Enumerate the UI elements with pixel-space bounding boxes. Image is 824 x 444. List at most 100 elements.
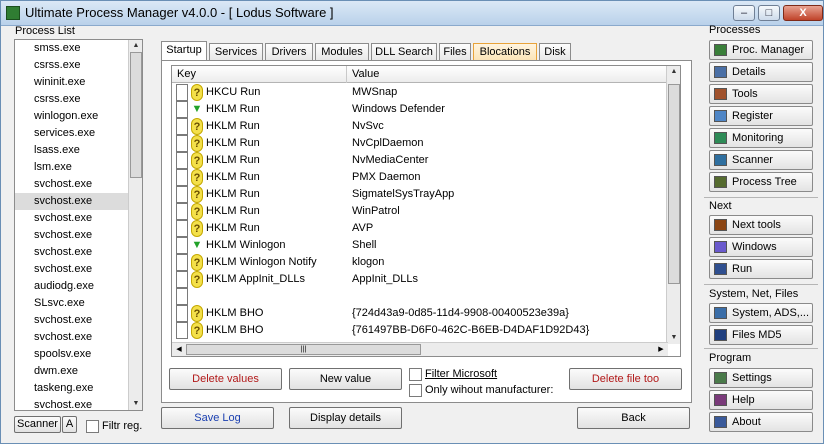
process-list-scroll-thumb[interactable] bbox=[130, 52, 142, 178]
process-list-item[interactable]: services.exe bbox=[15, 125, 130, 142]
tab-services[interactable]: Services bbox=[209, 43, 263, 61]
back-button[interactable]: Back bbox=[577, 407, 690, 429]
grid-scroll-left-icon[interactable]: ◀ bbox=[172, 343, 186, 356]
process-list-item[interactable]: winlogon.exe bbox=[15, 108, 130, 125]
sidebar-system-button[interactable]: System, ADS,... bbox=[709, 303, 813, 323]
process-list-item[interactable]: svchost.exe bbox=[15, 329, 130, 346]
process-list-item[interactable]: svchost.exe bbox=[15, 244, 130, 261]
process-list-item[interactable]: svchost.exe bbox=[15, 261, 130, 278]
grid-row[interactable]: ? HKLM Run NvCplDaemon bbox=[172, 135, 668, 152]
scanner-tab[interactable]: Scanner bbox=[14, 416, 61, 433]
process-list-item[interactable]: svchost.exe bbox=[15, 210, 130, 227]
sidebar-process-manager-button[interactable]: Proc. Manager bbox=[709, 40, 813, 60]
save-log-button[interactable]: Save Log bbox=[161, 407, 274, 429]
process-list-item[interactable]: SLsvc.exe bbox=[15, 295, 130, 312]
filter-microsoft-checkbox[interactable] bbox=[409, 368, 422, 381]
grid-horizontal-scroll-thumb[interactable]: ||| bbox=[186, 344, 421, 355]
row-checkbox[interactable] bbox=[176, 118, 188, 135]
sidebar-next-tools-button[interactable]: Next tools bbox=[709, 215, 813, 235]
row-checkbox[interactable] bbox=[176, 84, 188, 101]
maximize-button[interactable]: □ bbox=[758, 5, 780, 21]
tab-blocations[interactable]: Blocations bbox=[473, 43, 537, 61]
row-checkbox[interactable] bbox=[176, 220, 188, 237]
process-list-item[interactable]: svchost.exe bbox=[15, 176, 130, 193]
sidebar-about-button[interactable]: About bbox=[709, 412, 813, 432]
tab-drivers[interactable]: Drivers bbox=[265, 43, 313, 61]
row-checkbox[interactable] bbox=[176, 101, 188, 118]
sidebar-windows-button[interactable]: Windows bbox=[709, 237, 813, 257]
row-checkbox[interactable] bbox=[176, 254, 188, 271]
minimize-button[interactable]: – bbox=[733, 5, 755, 21]
grid-horizontal-scrollbar[interactable]: ◀ ||| ▶ bbox=[172, 342, 668, 356]
row-checkbox[interactable] bbox=[176, 305, 188, 322]
grid-row[interactable]: ▼ HKLM Run Windows Defender bbox=[172, 101, 668, 118]
process-list-item[interactable]: spoolsv.exe bbox=[15, 346, 130, 363]
sidebar-details-button[interactable]: Details bbox=[709, 62, 813, 82]
grid-row[interactable]: ? HKCU Run MWSnap bbox=[172, 84, 668, 101]
delete-file-too-button[interactable]: Delete file too bbox=[569, 368, 682, 390]
process-list-item[interactable]: svchost.exe bbox=[15, 312, 130, 329]
row-checkbox[interactable] bbox=[176, 237, 188, 254]
grid-row[interactable] bbox=[172, 288, 668, 305]
filter-reg-checkbox[interactable] bbox=[86, 420, 99, 433]
process-list-item[interactable]: lsm.exe bbox=[15, 159, 130, 176]
row-checkbox[interactable] bbox=[176, 152, 188, 169]
grid-row[interactable]: ? HKLM Run NvMediaCenter bbox=[172, 152, 668, 169]
process-list[interactable]: svchost.exe taskeng.exe dwm.exe spoolsv.exe… bbox=[14, 39, 143, 411]
process-list-item[interactable]: svchost.exe bbox=[15, 193, 130, 210]
process-list-item[interactable]: smss.exe bbox=[15, 40, 130, 57]
tab-modules[interactable]: Modules bbox=[315, 43, 369, 61]
sidebar-settings-button[interactable]: Settings bbox=[709, 368, 813, 388]
grid-scroll-up-icon[interactable]: ▲ bbox=[667, 66, 680, 78]
sidebar-help-button[interactable]: Help bbox=[709, 390, 813, 410]
process-list-item[interactable]: lsass.exe bbox=[15, 142, 130, 159]
delete-values-button[interactable]: Delete values bbox=[169, 368, 282, 390]
sidebar-run-button[interactable]: Run bbox=[709, 259, 813, 279]
process-list-item[interactable]: dwm.exe bbox=[15, 363, 130, 380]
grid-row[interactable]: ? HKLM Run AVP bbox=[172, 220, 668, 237]
column-header-value[interactable]: Value bbox=[347, 66, 668, 83]
row-checkbox[interactable] bbox=[176, 135, 188, 152]
grid-row[interactable]: ? HKLM Run PMX Daemon bbox=[172, 169, 668, 186]
row-checkbox[interactable] bbox=[176, 322, 188, 339]
tab-disk[interactable]: Disk bbox=[539, 43, 571, 61]
grid-row[interactable]: ? HKLM Run NvSvc bbox=[172, 118, 668, 135]
process-list-item[interactable]: csrss.exe bbox=[15, 91, 130, 108]
sidebar-process-tree-button[interactable]: Process Tree bbox=[709, 172, 813, 192]
grid-vertical-scroll-thumb[interactable] bbox=[668, 84, 680, 284]
display-details-button[interactable]: Display details bbox=[289, 407, 402, 429]
process-list-item[interactable]: csrss.exe bbox=[15, 57, 130, 74]
column-header-key[interactable]: Key bbox=[172, 66, 347, 83]
sidebar-register-button[interactable]: Register bbox=[709, 106, 813, 126]
row-checkbox[interactable] bbox=[176, 169, 188, 186]
scroll-up-icon[interactable]: ▲ bbox=[129, 40, 142, 52]
row-checkbox[interactable] bbox=[176, 271, 188, 288]
sidebar-monitoring-button[interactable]: Monitoring bbox=[709, 128, 813, 148]
tab-startup[interactable]: Startup bbox=[161, 41, 207, 62]
grid-row[interactable]: ? HKLM BHO {761497BB-D6F0-462C-B6EB-D4DAF1… bbox=[172, 322, 668, 339]
grid-scroll-right-icon[interactable]: ▶ bbox=[654, 343, 668, 356]
grid-scroll-down-icon[interactable]: ▼ bbox=[667, 332, 680, 344]
grid-row[interactable]: ? HKLM Winlogon Notify klogon bbox=[172, 254, 668, 271]
process-list-item[interactable]: audiodg.exe bbox=[15, 278, 130, 295]
process-list-item[interactable]: wininit.exe bbox=[15, 74, 130, 91]
scanner-sub-tab[interactable]: A bbox=[62, 416, 77, 433]
row-checkbox[interactable] bbox=[176, 186, 188, 203]
grid-row[interactable]: ? HKLM AppInit_DLLs AppInit_DLLs bbox=[172, 271, 668, 288]
process-list-scrollbar[interactable]: ▲ ▼ bbox=[128, 40, 142, 410]
tab-files[interactable]: Files bbox=[439, 43, 471, 61]
title-bar[interactable]: Ultimate Process Manager v4.0.0 - [ Lodu… bbox=[1, 1, 823, 26]
grid-row[interactable]: ▼ HKLM Winlogon Shell bbox=[172, 237, 668, 254]
startup-grid[interactable]: Key Value ▲ ▼ ◀ ||| ▶ ? HKCU Run MWSnap ▼ HK… bbox=[171, 65, 681, 357]
grid-vertical-scrollbar[interactable]: ▲ ▼ bbox=[666, 66, 680, 344]
tab-dll-search[interactable]: DLL Search bbox=[371, 43, 437, 61]
close-button[interactable]: X bbox=[783, 5, 823, 21]
process-list-item[interactable]: svchost.exe bbox=[15, 227, 130, 244]
sidebar-tools-button[interactable]: Tools bbox=[709, 84, 813, 104]
grid-row[interactable]: ? HKLM Run WinPatrol bbox=[172, 203, 668, 220]
only-without-manufacturer-checkbox[interactable] bbox=[409, 384, 422, 397]
sidebar-files-md5-button[interactable]: Files MD5 bbox=[709, 325, 813, 345]
process-list-item[interactable]: svchost.exe bbox=[15, 397, 130, 410]
row-checkbox[interactable] bbox=[176, 203, 188, 220]
process-list-item[interactable]: taskeng.exe bbox=[15, 380, 130, 397]
